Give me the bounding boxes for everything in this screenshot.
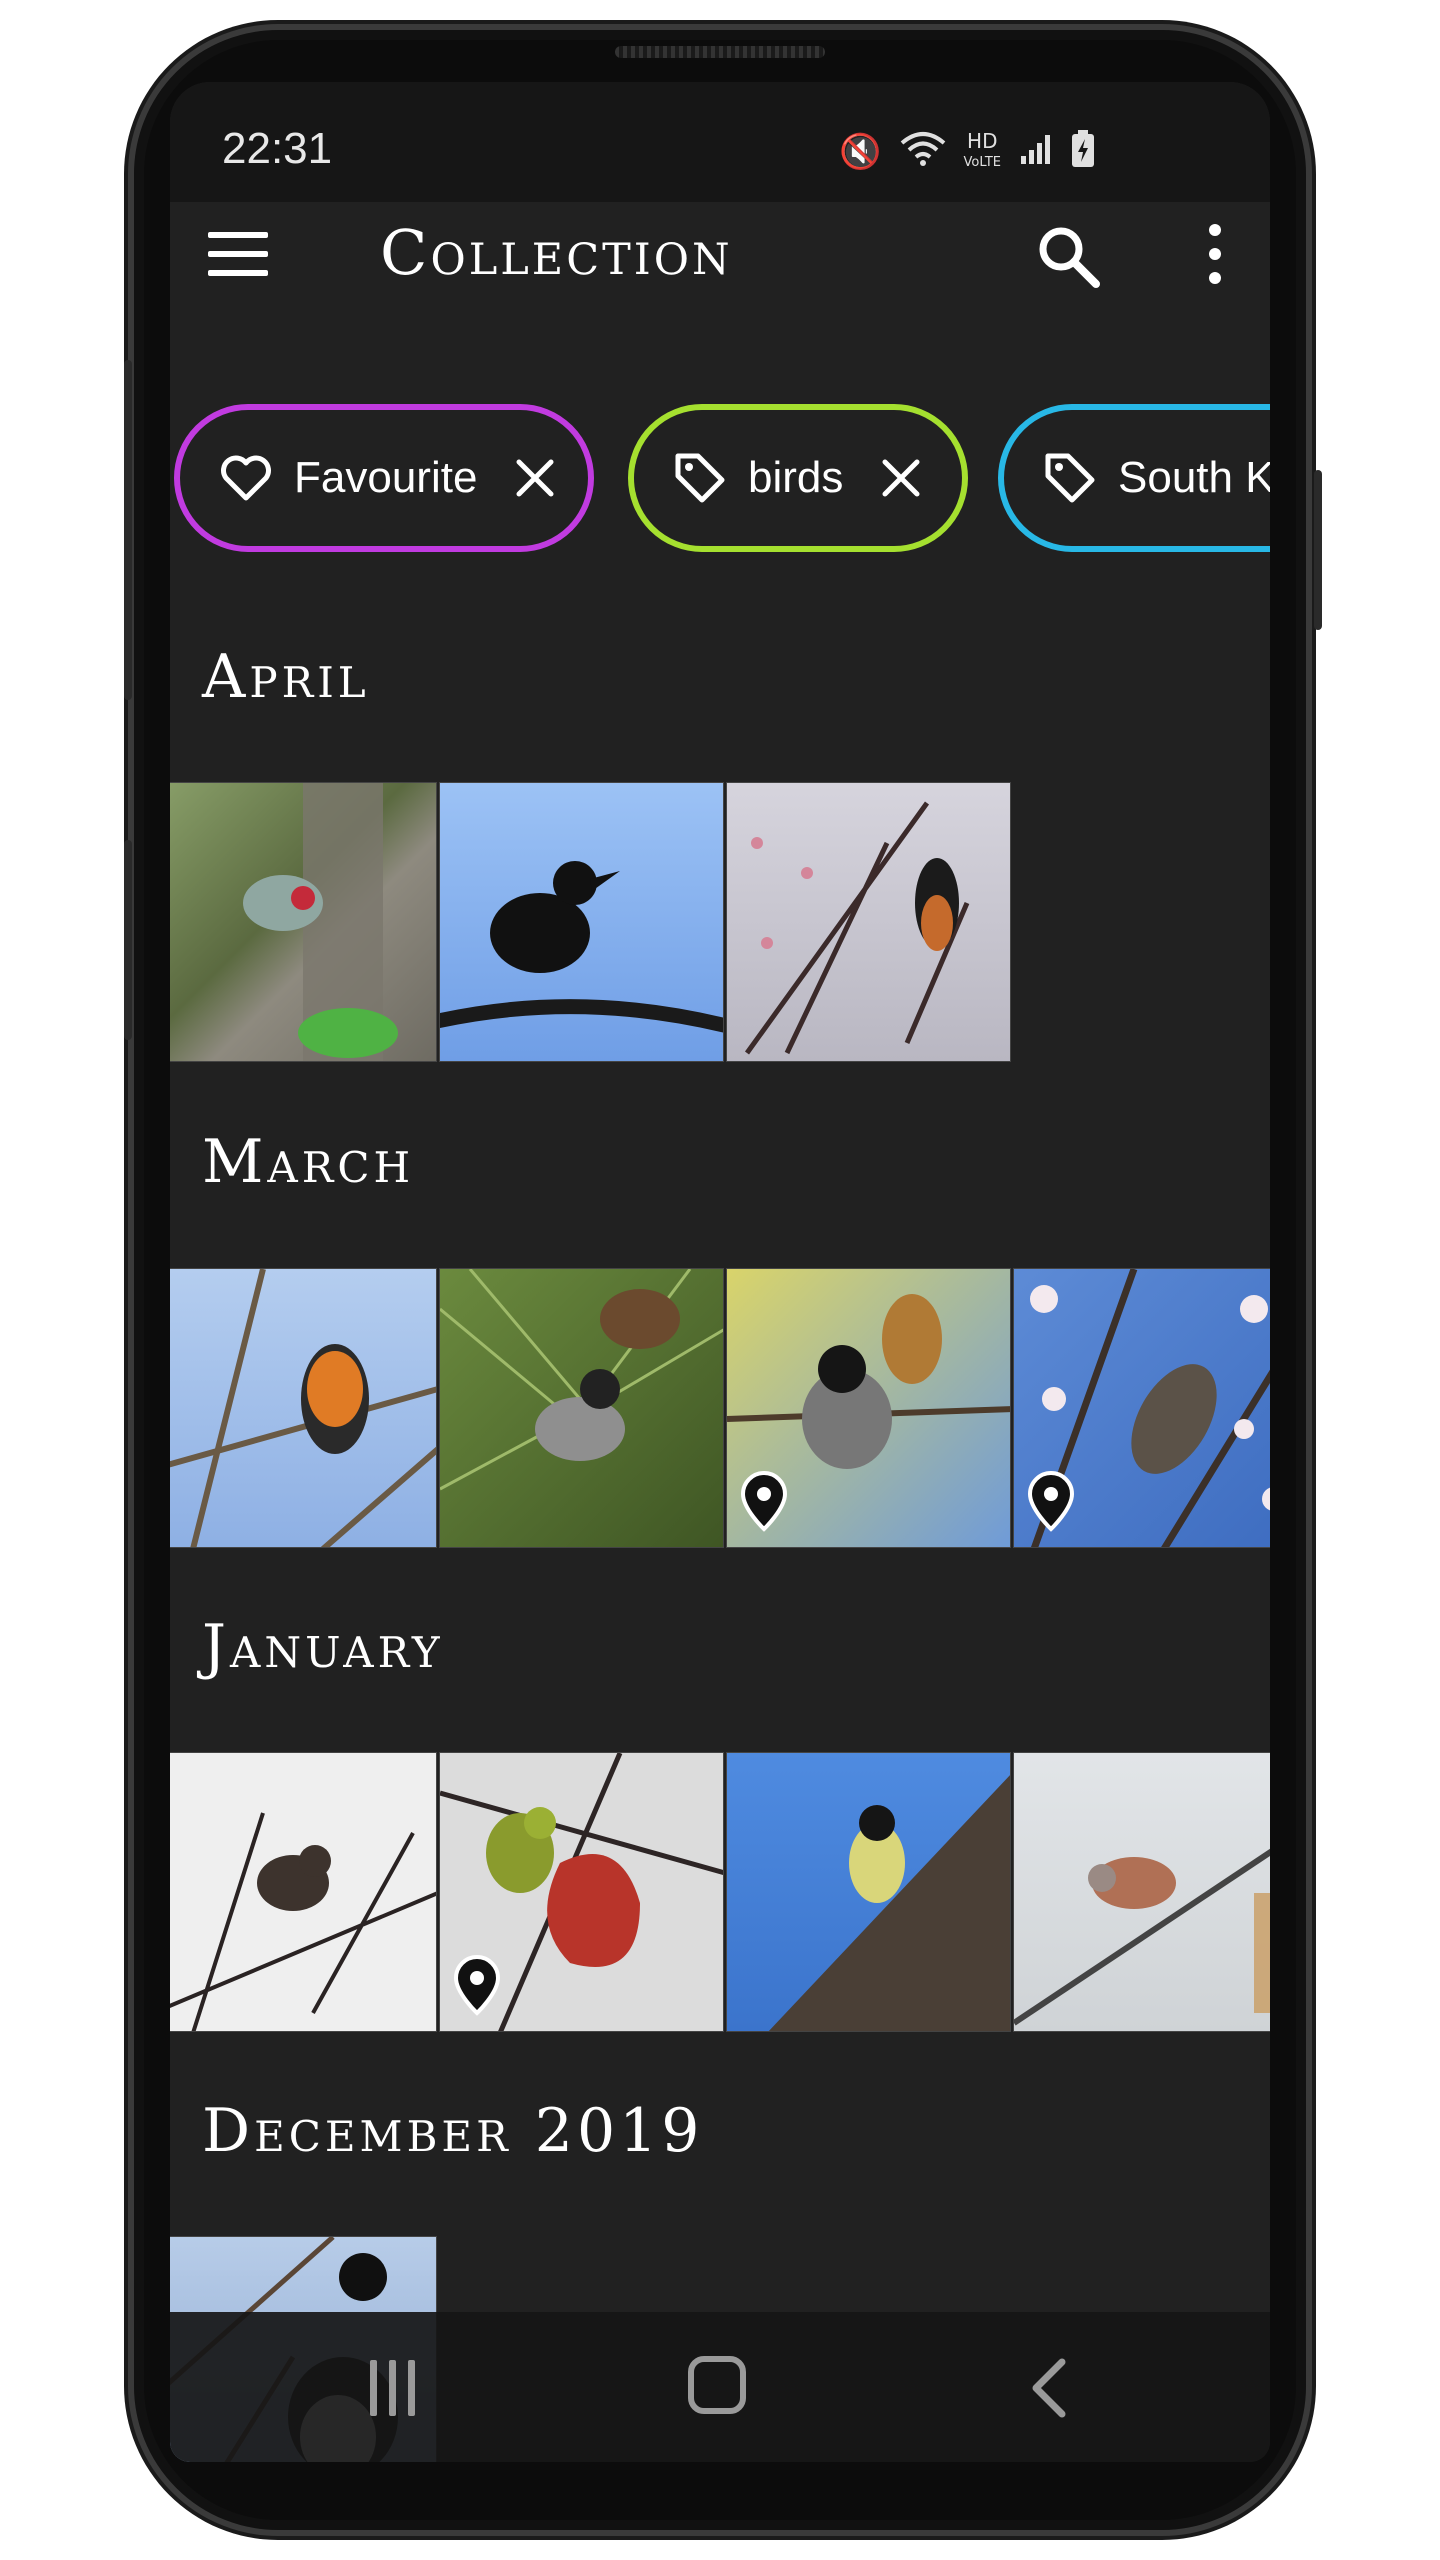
location-pin-icon	[453, 1955, 501, 2016]
location-pin-icon	[1027, 1471, 1075, 1532]
back-icon[interactable]	[1018, 2356, 1078, 2420]
photo-thumbnail[interactable]	[726, 1268, 1011, 1548]
status-bar: 22:31 🔇 HD VoLTE	[170, 82, 1270, 202]
power-button	[1314, 470, 1322, 630]
photo-thumbnail[interactable]	[1013, 1752, 1270, 2032]
system-nav-bar	[170, 2312, 1270, 2462]
close-icon[interactable]	[513, 456, 557, 500]
photo-thumbnail[interactable]	[726, 1752, 1011, 2032]
home-icon[interactable]	[688, 2356, 746, 2414]
photo-thumbnail[interactable]	[439, 1268, 724, 1548]
signal-icon	[1019, 132, 1053, 172]
photo-thumbnail[interactable]	[170, 1268, 437, 1548]
photo-thumbnail[interactable]	[439, 1752, 724, 2032]
location-pin-icon	[740, 1471, 788, 1532]
chip-label: birds	[748, 453, 844, 502]
status-icons: 🔇 HD VoLTE	[839, 130, 1095, 174]
section-title-april: April	[202, 642, 370, 712]
battery-icon	[1071, 130, 1095, 174]
chip-south-korea[interactable]: South Ko	[998, 404, 1270, 552]
photo-grid-april	[170, 782, 1013, 1062]
chip-label: South Ko	[1118, 453, 1270, 502]
bixby-button	[124, 840, 132, 1040]
photo-thumbnail[interactable]	[726, 782, 1011, 1062]
menu-icon[interactable]	[208, 232, 268, 276]
earpiece-speaker	[615, 46, 825, 58]
chip-birds[interactable]: birds	[628, 404, 968, 552]
section-title-march: March	[202, 1127, 415, 1197]
photo-thumbnail[interactable]	[439, 782, 724, 1062]
volume-button	[124, 360, 132, 700]
recents-icon[interactable]	[370, 2360, 420, 2416]
hd-voice-icon: HD VoLTE	[963, 129, 1001, 170]
screen: 22:31 🔇 HD VoLTE Collection Favourite bi…	[170, 82, 1270, 2462]
photo-grid-march	[170, 1268, 1270, 1548]
chip-favourite[interactable]: Favourite	[174, 404, 594, 552]
tag-icon	[675, 453, 725, 503]
photo-thumbnail[interactable]	[1013, 1268, 1270, 1548]
page-title: Collection	[380, 216, 733, 289]
tag-icon	[1045, 453, 1095, 503]
filter-chips: Favourite birds South Ko	[170, 404, 1270, 554]
section-title-december-2019: December 2019	[202, 2096, 704, 2166]
section-title-january: January	[202, 1612, 444, 1682]
more-vert-icon[interactable]	[1200, 224, 1230, 294]
chip-label: Favourite	[294, 453, 478, 502]
close-icon[interactable]	[879, 456, 923, 500]
photo-thumbnail[interactable]	[170, 782, 437, 1062]
photo-thumbnail[interactable]	[170, 1752, 437, 2032]
status-time: 22:31	[222, 124, 333, 173]
wifi-icon	[900, 131, 946, 173]
photo-grid-january	[170, 1752, 1270, 2032]
search-icon[interactable]	[1034, 222, 1104, 292]
heart-icon	[221, 455, 271, 501]
mute-icon: 🔇	[839, 132, 882, 172]
